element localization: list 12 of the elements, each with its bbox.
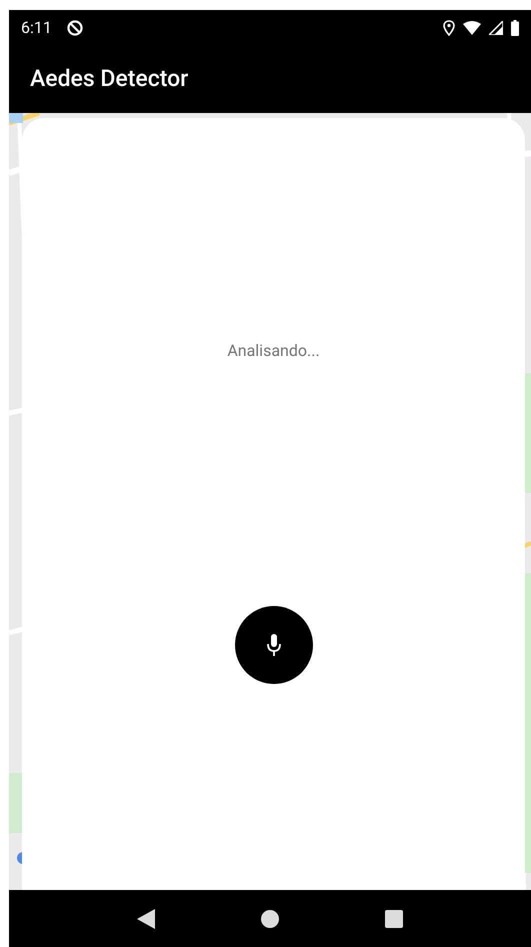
location-icon [443,20,455,36]
wifi-icon [463,21,481,35]
data-saver-icon [66,19,84,37]
home-icon[interactable] [261,910,279,928]
app-title: Aedes Detector [30,64,188,94]
status-time: 6:11 [21,17,52,39]
recents-icon[interactable] [385,910,403,928]
back-icon[interactable] [137,908,155,928]
signal-icon [489,21,503,35]
microphone-icon [266,634,280,656]
battery-icon [511,20,519,36]
status-text: Analisando... [227,340,320,362]
